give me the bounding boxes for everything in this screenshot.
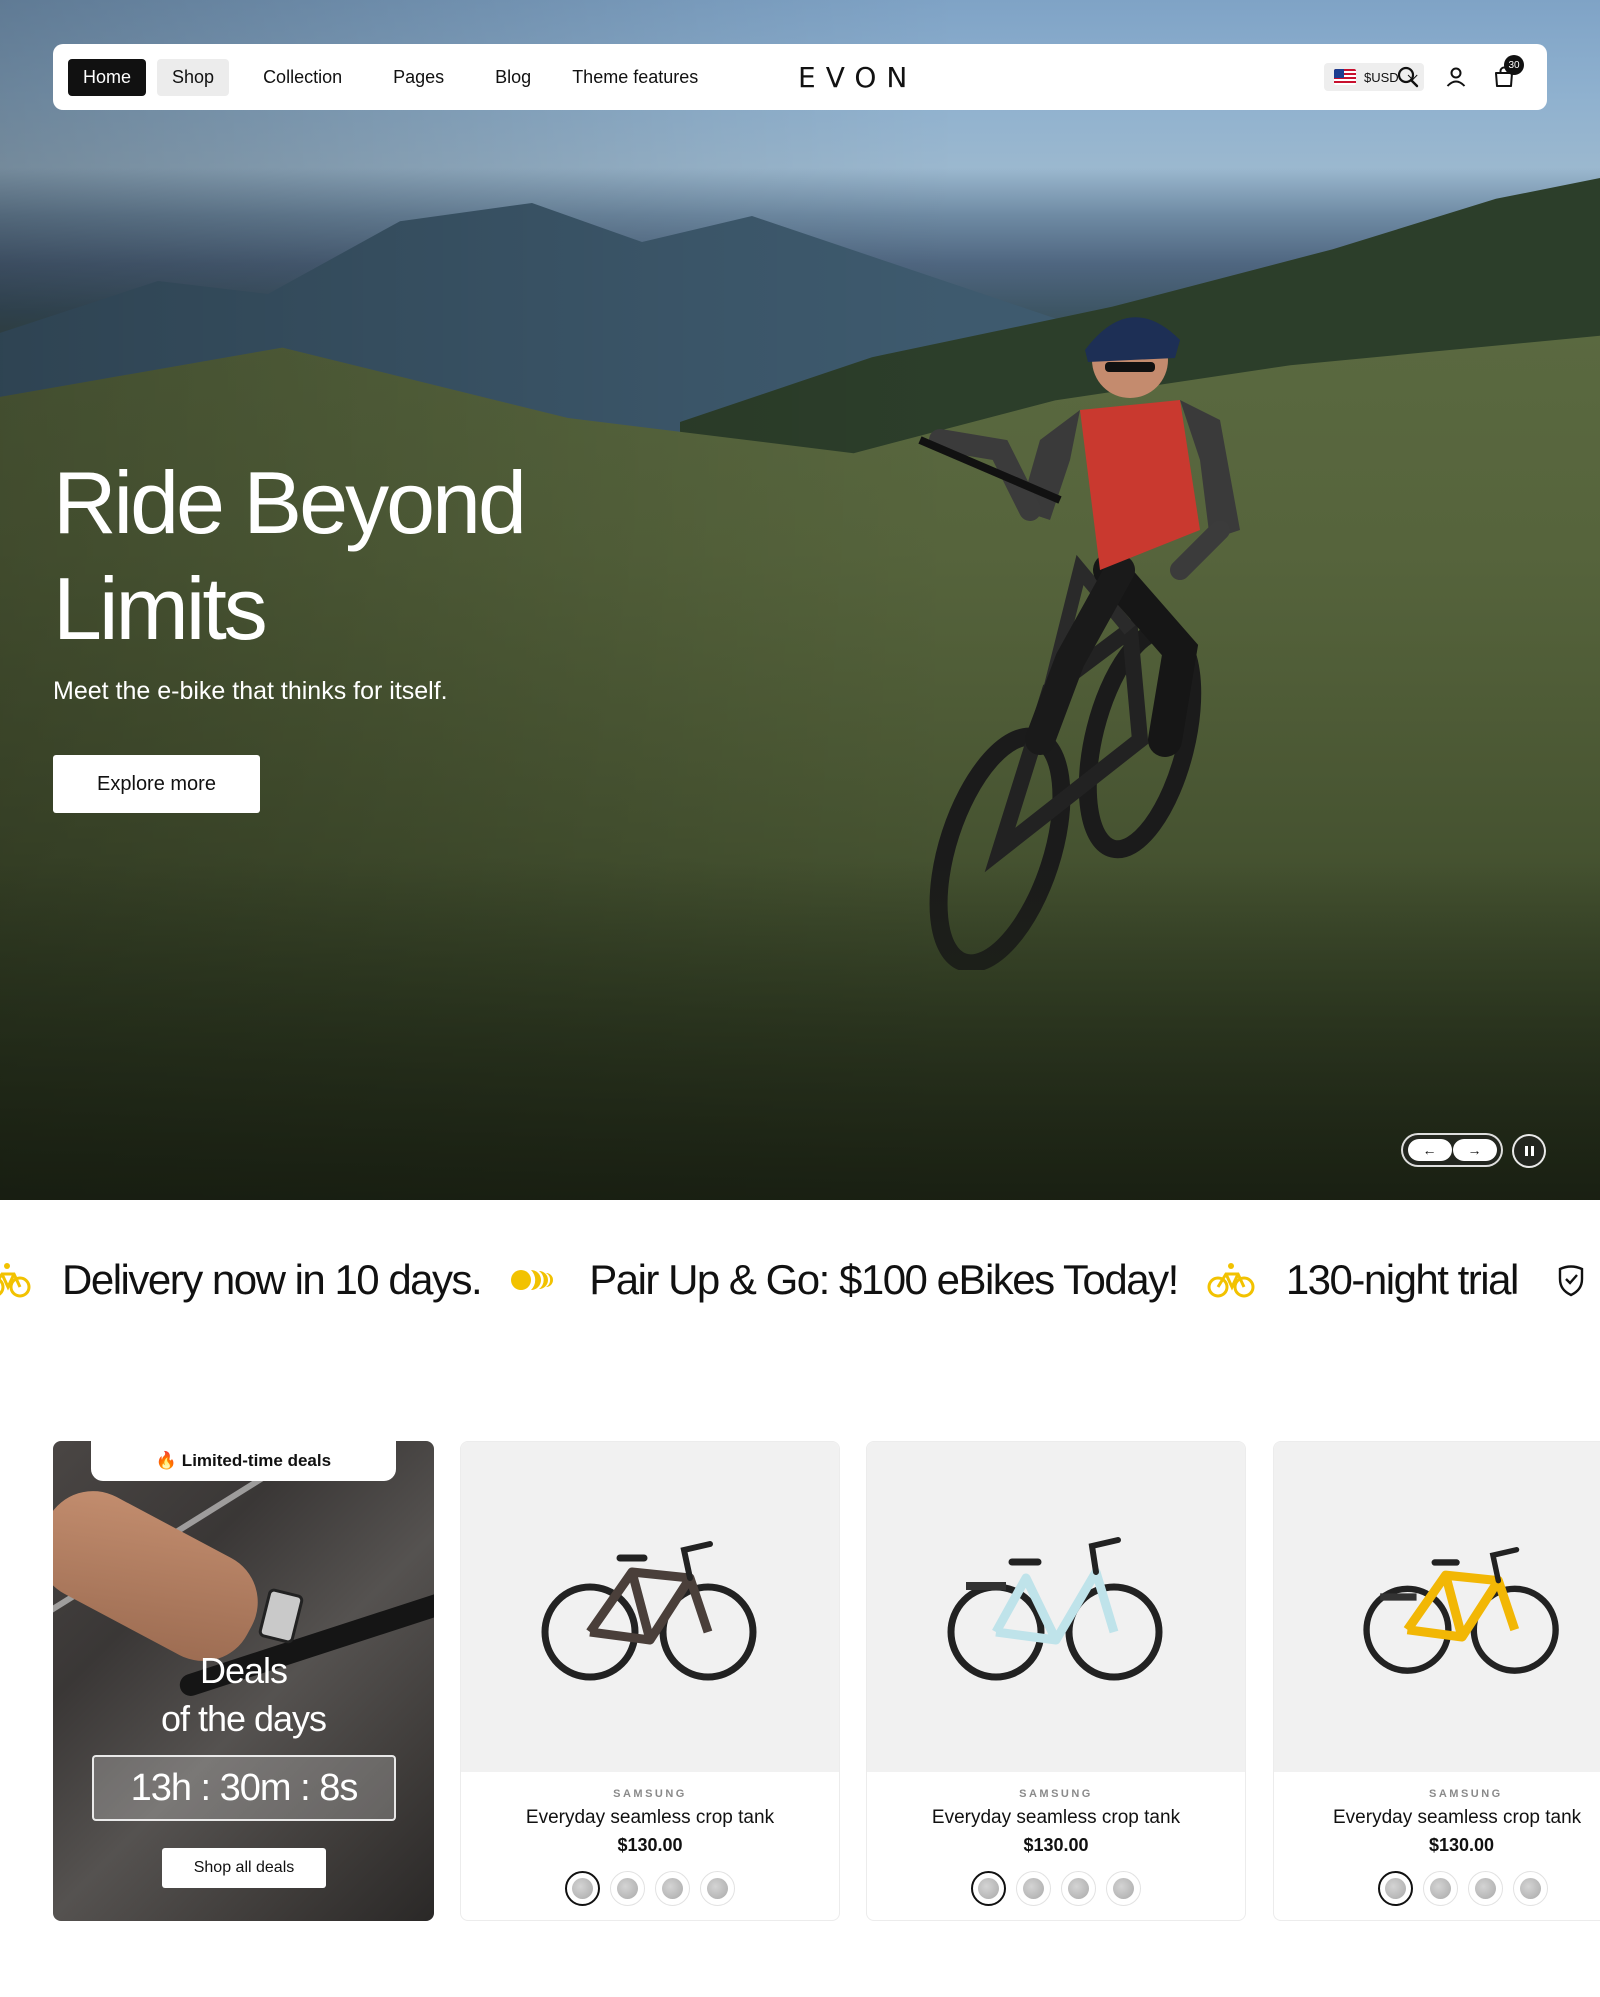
deals-title-line-2: of the days [160,1698,327,1739]
nav-link-home[interactable]: Home [68,58,147,96]
bike-icon [541,1541,757,1681]
hero-title: Ride Beyond Limits [53,450,613,662]
pause-icon-bar [1530,1146,1534,1156]
deal-photo-bike-computer [257,1587,305,1645]
slider-next-button[interactable]: → [1452,1139,1497,1161]
product-price: $130.00 [617,1835,683,1855]
product-price: $130.00 [1023,1835,1089,1855]
product-brand: SAMSUNG [1019,1788,1093,1800]
swatch-3[interactable] [1061,1871,1096,1906]
bike-icon [1363,1547,1559,1674]
product-image[interactable] [867,1442,1245,1772]
limited-time-deals-badge: 🔥 Limited-time deals [91,1441,396,1481]
cart-button[interactable]: 30 [1490,55,1524,91]
marquee-item-promo: Pair Up & Go: $100 eBikes Today! [589,1256,1179,1303]
swatch-1[interactable] [565,1871,600,1906]
site-logo[interactable]: EVON [798,61,917,94]
swatch-1[interactable] [971,1871,1006,1906]
hero-subtitle: Meet the e-bike that thinks for itself. [53,677,448,705]
color-swatches [461,1871,839,1906]
search-button[interactable] [1394,63,1422,91]
product-image[interactable] [1274,1442,1600,1772]
product-price: $130.00 [1429,1835,1495,1855]
swatch-3[interactable] [655,1871,690,1906]
bike-icon [947,1537,1163,1681]
announcement-marquee: Delivery now in 10 days. Pair Up & Go: $… [0,1240,1600,1320]
swatch-1[interactable] [1378,1871,1413,1906]
shield-check-icon [1546,1260,1596,1300]
nav-link-shop[interactable]: Shop [157,58,230,96]
countdown-timer: 13h : 30m : 8s [92,1755,396,1821]
color-swatches [867,1871,1245,1906]
product-name[interactable]: Everyday seamless crop tank [1274,1807,1600,1829]
product-brand: SAMSUNG [1429,1788,1503,1800]
cart-count-badge: 30 [1504,55,1524,75]
product-name[interactable]: Everyday seamless crop tank [461,1807,839,1829]
hero-foreground-grass [0,860,1600,1200]
shop-all-deals-button[interactable]: Shop all deals [162,1848,326,1888]
swatch-2[interactable] [610,1871,645,1906]
swatch-2[interactable] [1016,1871,1051,1906]
nav-link-collection[interactable]: Collection [248,59,357,96]
swatch-4[interactable] [1106,1871,1141,1906]
nav-link-theme-features[interactable]: Theme features [557,59,713,96]
deals-of-the-day-card: 🔥 Limited-time deals Deals of the days 1… [53,1441,434,1921]
product-image[interactable] [461,1442,839,1772]
explore-more-button[interactable]: Explore more [53,755,260,813]
hero-title-line-1: Ride Beyond [53,453,527,552]
nav-link-blog[interactable]: Blog [480,59,546,96]
us-flag-icon [1334,69,1356,85]
slider-pause-button[interactable] [1512,1134,1546,1168]
swatch-4[interactable] [1513,1871,1548,1906]
swatch-4[interactable] [700,1871,735,1906]
hero-title-line-2: Limits [53,559,268,658]
bicycle-icon [1206,1260,1256,1300]
slider-arrows: ← → [1401,1133,1503,1167]
swatch-3[interactable] [1468,1871,1503,1906]
deals-title: Deals of the days [53,1647,434,1743]
product-card[interactable]: SAMSUNG Everyday seamless crop tank $130… [866,1441,1246,1921]
product-card[interactable]: SAMSUNG Everyday seamless crop tank $130… [1273,1441,1600,1921]
hero-banner: Ride Beyond Limits Meet the e-bike that … [0,0,1600,1200]
slider-prev-button[interactable]: ← [1407,1139,1452,1161]
deals-title-line-1: Deals [199,1650,288,1691]
marquee-item-trial: 130-night trial [1285,1256,1519,1303]
product-brand: SAMSUNG [613,1788,687,1800]
pause-icon [1524,1146,1528,1156]
nav-link-pages[interactable]: Pages [378,59,459,96]
color-swatches [1274,1871,1600,1906]
bicycle-icon [0,1260,32,1300]
user-icon [1446,67,1466,87]
account-button[interactable] [1442,63,1470,91]
swatch-2[interactable] [1423,1871,1458,1906]
speed-dots-icon [509,1260,559,1300]
product-card[interactable]: SAMSUNG Everyday seamless crop tank $130… [460,1441,840,1921]
product-name[interactable]: Everyday seamless crop tank [867,1807,1245,1829]
main-navigation: Home Shop Collection Pages Blog Theme fe… [53,44,1547,110]
marquee-item-delivery: Delivery now in 10 days. [62,1256,483,1303]
search-icon [1397,66,1419,88]
